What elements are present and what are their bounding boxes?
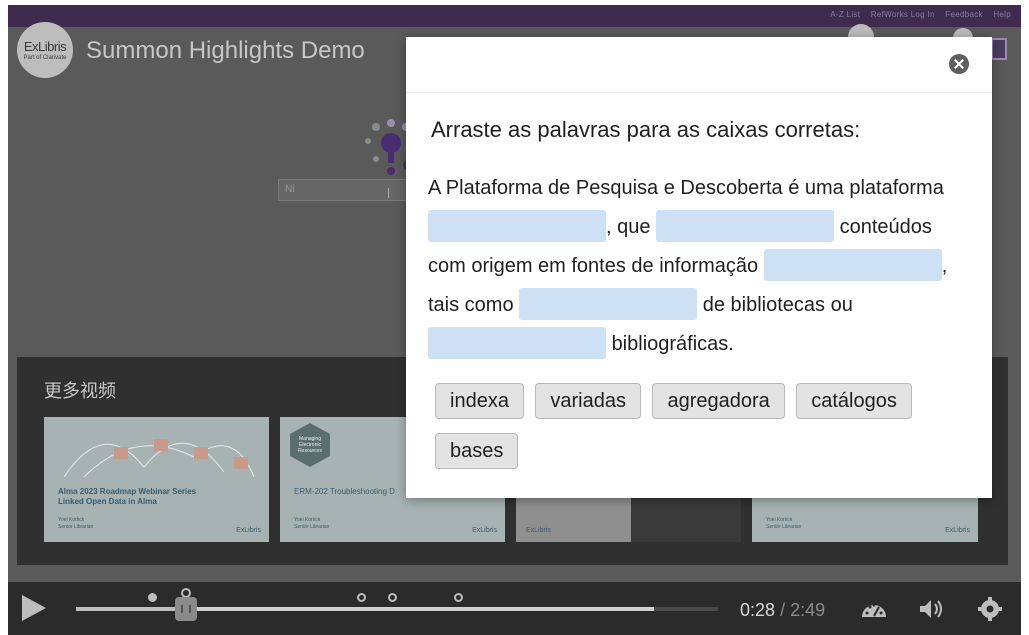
- page-header-links: A-Z List RefWorks Log In Feedback Help: [822, 10, 1011, 19]
- progress-bar[interactable]: [76, 607, 718, 611]
- playlist-icon[interactable]: [991, 38, 1007, 60]
- current-time: 0:28: [740, 600, 776, 620]
- drag-words-dialog: Arraste as palavras para as caixas corre…: [406, 37, 992, 498]
- speed-icon[interactable]: [860, 597, 888, 621]
- time-separator: /: [780, 600, 786, 620]
- dialog-title: Arraste as palavras para as caixas corre…: [431, 117, 861, 142]
- player-controls: 0:28 / 2:49: [8, 582, 1021, 635]
- drop-zone-2[interactable]: [656, 209, 835, 242]
- volume-icon[interactable]: [918, 597, 946, 621]
- chapter-marker[interactable]: [454, 593, 463, 602]
- help-link[interactable]: Help: [993, 10, 1011, 19]
- video-title[interactable]: Summon Highlights Demo: [86, 37, 365, 65]
- search-input[interactable]: Ni: [278, 179, 418, 201]
- scrub-handle[interactable]: [175, 597, 197, 621]
- word-choices: indexa variadas agregadora catálogos bas…: [435, 383, 975, 483]
- chapter-marker[interactable]: [388, 593, 397, 602]
- duration: 2:49: [790, 600, 826, 620]
- search-input-text: Ni: [285, 184, 295, 195]
- text-segment: A Plataforma de Pesquisa e Descoberta é …: [428, 177, 944, 199]
- logo-subtext: Part of Clarivate: [23, 55, 67, 61]
- word-chip-variadas[interactable]: variadas: [535, 383, 641, 419]
- thumbnail-title: Alma 2023 Roadmap Webinar Series Linked …: [58, 487, 197, 506]
- screen: A-Z List RefWorks Log In Feedback Help N…: [0, 0, 1029, 635]
- thumbnail-brand: ExLibris: [945, 527, 970, 534]
- word-chip-catalogos[interactable]: catálogos: [796, 383, 912, 419]
- presenter-name: Yoel Kortick: [294, 517, 321, 523]
- page-header-bar: A-Z List RefWorks Log In Feedback Help: [8, 5, 1021, 27]
- thumbnail-brand: ExLibris: [236, 527, 261, 534]
- presenter-role: Senior Librarian: [58, 524, 94, 530]
- played-bar: [76, 607, 183, 611]
- grip-icon: [181, 605, 191, 613]
- settings-gear-icon[interactable]: [976, 597, 1004, 621]
- text-segment: de bibliotecas ou: [702, 294, 853, 316]
- exlibris-logo: ExLibris Part of Clarivate: [17, 22, 73, 78]
- text-cursor: [388, 188, 389, 198]
- feedback-link[interactable]: Feedback: [945, 10, 983, 19]
- thumbnail-brand: ExLibris: [526, 527, 551, 534]
- word-chip-indexa[interactable]: indexa: [435, 383, 524, 419]
- thumbnail-presenter: Yoel Kortick Senior Librarian: [766, 517, 801, 531]
- thumbnail-presenter: Yoel Kortick Senior Librarian: [294, 517, 329, 531]
- cloze-text: A Plataforma de Pesquisa e Descoberta é …: [428, 169, 968, 364]
- text-segment: , que: [606, 216, 651, 238]
- refworks-login-link[interactable]: RefWorks Log In: [871, 10, 935, 19]
- drop-zone-4[interactable]: [519, 287, 698, 320]
- drop-zone-3[interactable]: [763, 248, 942, 281]
- time-display: 0:28 / 2:49: [740, 600, 825, 621]
- word-chip-bases[interactable]: bases: [435, 433, 519, 469]
- chapter-marker[interactable]: [148, 593, 157, 602]
- presenter-role: Senior Librarian: [294, 524, 330, 530]
- play-icon[interactable]: [22, 595, 46, 621]
- thumbnail-brand: ExLibris: [472, 527, 497, 534]
- drop-zone-5[interactable]: [428, 326, 606, 359]
- chapter-marker[interactable]: [357, 593, 366, 602]
- network-illustration-icon: [63, 439, 255, 478]
- presenter-role: Senior Librarian: [766, 524, 802, 530]
- thumbnail-presenter: Yoel Kortick Senior Librarian: [58, 517, 93, 531]
- word-chip-agregadora[interactable]: agregadora: [652, 383, 785, 419]
- text-segment: bibliográficas.: [611, 333, 734, 355]
- more-videos-label: 更多视频: [44, 381, 116, 401]
- presenter-name: Yoel Kortick: [766, 517, 793, 523]
- az-list-link[interactable]: A-Z List: [830, 10, 860, 19]
- drop-zone-1[interactable]: [428, 209, 606, 242]
- dialog-header: [406, 37, 992, 93]
- video-thumbnail[interactable]: Alma 2023 Roadmap Webinar Series Linked …: [44, 417, 269, 542]
- logo-text: ExLibris: [23, 39, 67, 54]
- thumbnail-badge: Managing Electronic Resources: [290, 423, 330, 467]
- thumbnail-title: ERM-202 Troubleshooting D: [294, 487, 395, 496]
- close-icon[interactable]: [949, 54, 969, 74]
- presenter-name: Yoel Kortick: [58, 517, 85, 523]
